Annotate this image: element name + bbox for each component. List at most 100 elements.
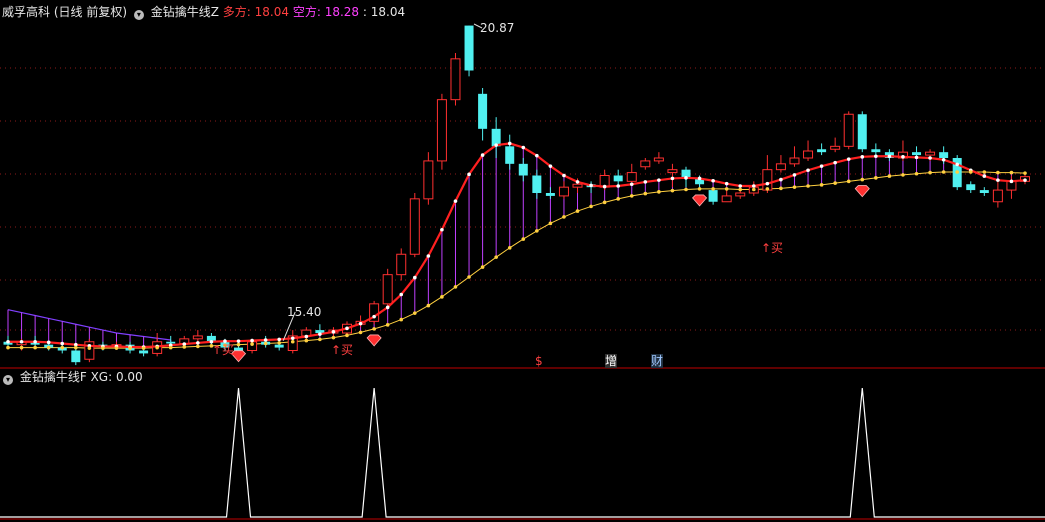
bear-dot — [548, 221, 553, 226]
bear-dot — [670, 188, 675, 193]
bear-dot — [752, 187, 756, 192]
bear-dot — [535, 229, 539, 233]
candle-body-down — [545, 193, 555, 196]
bear-dot — [304, 338, 309, 343]
sub-header: ▾ 金钻擒牛线F XG: 0.00 — [2, 369, 143, 385]
bull-dot — [629, 182, 634, 187]
kline-chart[interactable] — [0, 0, 1045, 522]
bull-dot — [1009, 179, 1014, 184]
bull-dot — [941, 157, 946, 162]
cai-mark[interactable]: 财 — [651, 354, 664, 368]
period-label: (日线 前复权) — [53, 5, 128, 19]
bear-dot — [372, 327, 376, 331]
bull-dot — [901, 155, 905, 159]
bull-dot — [358, 321, 363, 326]
bear-dot — [819, 183, 824, 187]
bear-dot — [141, 346, 146, 350]
bear-dot — [602, 200, 607, 205]
indicator-name[interactable]: 金钻擒牛线Z — [151, 5, 219, 19]
bull-dot — [263, 338, 268, 342]
candle-body-up — [843, 113, 854, 147]
panel-frame — [0, 367, 1045, 520]
candle-body-up — [721, 195, 732, 203]
bull-dot — [46, 340, 51, 345]
bull-dot — [860, 155, 865, 159]
candle-body-up — [992, 189, 1003, 203]
bull-dot — [250, 338, 254, 343]
bear-dot — [426, 303, 431, 308]
bull-dot — [33, 339, 37, 344]
candle-body-down — [139, 350, 149, 354]
sub-indicator-name[interactable]: 金钻擒牛线F — [20, 370, 87, 384]
bear-dot — [562, 215, 566, 219]
bull-dot — [697, 176, 702, 181]
zeng-mark[interactable]: 增 — [605, 354, 618, 368]
close-value: : 18.04 — [362, 5, 406, 19]
bear-dot — [982, 170, 987, 174]
bear-dot — [738, 187, 743, 192]
bull-dot — [196, 341, 200, 345]
bear-dot — [684, 187, 688, 192]
candle-body-up — [409, 198, 420, 255]
diamond-icon — [692, 194, 708, 207]
indicator-menu-icon[interactable]: ▾ — [133, 10, 144, 20]
bear-dot — [657, 190, 661, 194]
bear-line-lower — [8, 171, 1026, 349]
bear-dot — [643, 191, 648, 196]
bull-dot — [562, 173, 566, 178]
bear-dot — [101, 346, 105, 350]
bull-dot — [413, 275, 417, 280]
bull-dot — [914, 155, 919, 160]
bull-dot — [846, 157, 851, 161]
main-header: 威孚高科 (日线 前复权) ▾ 金钻擒牛线Z 多方: 18.04 空方: 18.… — [2, 4, 405, 20]
bear-dot — [345, 333, 349, 338]
bull-dot — [955, 162, 959, 167]
bear-dot — [968, 170, 973, 174]
bear-dot — [467, 275, 471, 279]
candle-body-down — [71, 350, 81, 363]
bear-dot — [494, 255, 498, 259]
bear-dot — [128, 346, 132, 350]
candles — [3, 25, 1030, 366]
bull-dot — [548, 164, 553, 168]
bear-value: 18.28 — [324, 5, 360, 19]
bear-dot — [46, 345, 51, 350]
bear-dot — [792, 185, 797, 189]
bear-dot — [589, 204, 593, 209]
bear-dot — [74, 345, 78, 350]
bull-dot — [738, 184, 743, 188]
buy-signal-1: ↑买 — [212, 343, 235, 357]
bear-line — [7, 171, 1026, 349]
line-dots — [6, 141, 1027, 350]
bull-dot — [467, 172, 471, 177]
bull-dot — [19, 339, 24, 344]
bear-dot — [331, 335, 336, 340]
bear-dot — [263, 341, 268, 346]
candle-body-up — [830, 145, 841, 150]
bull-dot — [385, 305, 390, 310]
bull-dot — [724, 181, 729, 186]
candle-body-up — [436, 99, 447, 162]
bear-dot — [575, 209, 580, 213]
candle-body-up — [572, 183, 583, 188]
candle-body-down — [518, 163, 528, 176]
bear-dot — [955, 170, 959, 174]
bull-dot — [304, 334, 309, 339]
bear-dot — [440, 295, 444, 299]
candle-body-up — [192, 335, 203, 340]
candle-body-up — [653, 157, 664, 162]
candle-body-down — [979, 190, 989, 193]
bear-dot — [914, 171, 919, 176]
bull-dot — [616, 184, 620, 188]
bull-dot — [874, 154, 878, 159]
dollar-mark[interactable]: $ — [535, 354, 543, 368]
bull-dot — [60, 341, 65, 346]
bull-value: 18.04 — [254, 5, 289, 19]
bull-dot — [1023, 178, 1027, 182]
candle-body-down — [939, 152, 949, 158]
sub-indicator-menu-icon[interactable]: ▾ — [3, 375, 13, 385]
bear-dot — [60, 345, 65, 350]
bear-dot — [901, 173, 905, 177]
diamond-icon — [854, 185, 870, 198]
bear-dot — [724, 187, 729, 191]
